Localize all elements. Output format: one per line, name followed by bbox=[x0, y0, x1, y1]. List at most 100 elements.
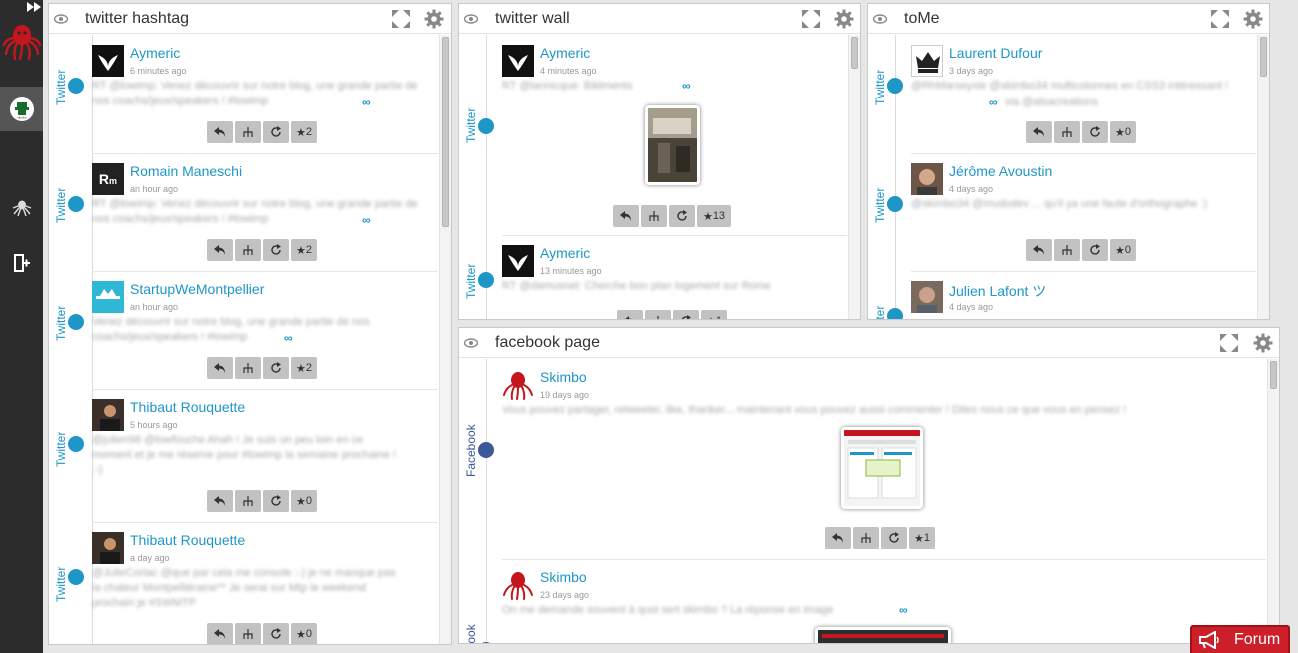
favorite-button[interactable]: ★ 2 bbox=[291, 357, 317, 379]
fullscreen-icon[interactable] bbox=[1210, 9, 1230, 29]
share-button[interactable] bbox=[1054, 239, 1080, 261]
fullscreen-icon[interactable] bbox=[391, 9, 411, 29]
add-column-icon[interactable] bbox=[0, 241, 43, 285]
author-link[interactable]: Aymeric bbox=[540, 245, 590, 261]
share-button[interactable] bbox=[235, 357, 261, 379]
favorite-button[interactable]: ★ 2 bbox=[291, 121, 317, 143]
avatar[interactable] bbox=[911, 45, 943, 77]
share-button[interactable] bbox=[235, 239, 261, 261]
gear-icon[interactable] bbox=[834, 9, 854, 29]
favorite-button[interactable]: ★1 bbox=[909, 527, 935, 549]
share-button[interactable] bbox=[235, 121, 261, 143]
reply-button[interactable] bbox=[825, 527, 851, 549]
favorite-button[interactable]: ★ 13 bbox=[697, 205, 731, 227]
avatar[interactable] bbox=[92, 399, 124, 431]
timeline-dot[interactable] bbox=[68, 314, 84, 330]
author-link[interactable]: Aymeric bbox=[130, 45, 180, 61]
avatar[interactable] bbox=[92, 281, 124, 313]
reply-button[interactable] bbox=[207, 623, 233, 644]
author-link[interactable]: Skimbo bbox=[540, 369, 587, 385]
timeline-dot[interactable] bbox=[68, 436, 84, 452]
favorite-button[interactable]: ★1 bbox=[701, 310, 727, 319]
infinity-link[interactable]: ∞ bbox=[682, 79, 691, 93]
author-link[interactable]: Thibaut Rouquette bbox=[130, 532, 245, 548]
timeline-dot[interactable] bbox=[887, 78, 903, 94]
avatar[interactable] bbox=[92, 45, 124, 77]
infinity-link[interactable]: ∞ bbox=[362, 213, 371, 227]
timeline-dot[interactable] bbox=[478, 442, 494, 458]
share-button[interactable] bbox=[235, 623, 261, 644]
scroll-thumb[interactable] bbox=[1260, 37, 1267, 77]
favorite-button[interactable]: ★ 0 bbox=[1110, 239, 1136, 261]
share-button[interactable] bbox=[645, 310, 671, 319]
retweet-button[interactable] bbox=[1082, 239, 1108, 261]
retweet-button[interactable] bbox=[263, 357, 289, 379]
author-link[interactable]: StartupWeMontpellier bbox=[130, 281, 264, 297]
infinity-link[interactable]: ∞ bbox=[362, 95, 371, 109]
eye-icon[interactable] bbox=[464, 13, 478, 25]
author-link[interactable]: Romain Maneschi bbox=[130, 163, 242, 179]
timeline-dot[interactable] bbox=[478, 642, 494, 643]
favorite-button[interactable]: ★ 0 bbox=[291, 490, 317, 512]
gear-icon[interactable] bbox=[424, 9, 444, 29]
retweet-button[interactable] bbox=[263, 239, 289, 261]
account-avatar[interactable]: skimbo bbox=[0, 87, 43, 131]
avatar[interactable] bbox=[502, 245, 534, 277]
eye-icon[interactable] bbox=[54, 13, 68, 25]
avatar[interactable] bbox=[92, 532, 124, 564]
fullscreen-icon[interactable] bbox=[801, 9, 821, 29]
author-link[interactable]: Laurent Dufour bbox=[949, 45, 1042, 61]
infinity-link[interactable]: ∞ bbox=[284, 331, 293, 345]
infinity-link[interactable]: ∞ bbox=[899, 603, 908, 617]
post-image[interactable] bbox=[815, 627, 951, 643]
timeline-dot[interactable] bbox=[68, 569, 84, 585]
eye-icon[interactable] bbox=[464, 337, 478, 349]
avatar[interactable] bbox=[502, 45, 534, 77]
avatar[interactable]: Rm bbox=[92, 163, 124, 195]
favorite-button[interactable]: ★ 0 bbox=[1110, 121, 1136, 143]
octopus-logo[interactable] bbox=[0, 16, 43, 66]
fast-forward-icon[interactable] bbox=[24, 0, 43, 16]
gear-icon[interactable] bbox=[1243, 9, 1263, 29]
infinity-link[interactable]: ∞ bbox=[989, 95, 998, 109]
avatar[interactable] bbox=[502, 369, 534, 401]
timeline-dot[interactable] bbox=[887, 308, 903, 319]
gear-icon[interactable] bbox=[1253, 333, 1273, 353]
reply-button[interactable] bbox=[207, 490, 233, 512]
favorite-button[interactable]: ★ 2 bbox=[291, 239, 317, 261]
timeline-dot[interactable] bbox=[68, 78, 84, 94]
scrollbar[interactable] bbox=[1257, 35, 1269, 319]
scrollbar[interactable] bbox=[848, 35, 860, 319]
retweet-button[interactable] bbox=[263, 623, 289, 644]
author-link[interactable]: Skimbo bbox=[540, 569, 587, 585]
favorite-button[interactable]: ★ 0 bbox=[291, 623, 317, 644]
retweet-button[interactable] bbox=[881, 527, 907, 549]
scrollbar[interactable] bbox=[439, 35, 451, 644]
forum-button[interactable]: Forum bbox=[1190, 625, 1290, 653]
retweet-button[interactable] bbox=[1082, 121, 1108, 143]
scroll-thumb[interactable] bbox=[442, 37, 449, 227]
reply-button[interactable] bbox=[207, 239, 233, 261]
post-image[interactable] bbox=[841, 427, 923, 509]
share-button[interactable] bbox=[641, 205, 667, 227]
retweet-button[interactable] bbox=[263, 490, 289, 512]
author-link[interactable]: Aymeric bbox=[540, 45, 590, 61]
author-link[interactable]: Thibaut Rouquette bbox=[130, 399, 245, 415]
timeline-dot[interactable] bbox=[478, 118, 494, 134]
avatar[interactable] bbox=[911, 163, 943, 195]
octopus-icon[interactable] bbox=[0, 186, 43, 230]
fullscreen-icon[interactable] bbox=[1219, 333, 1239, 353]
reply-button[interactable] bbox=[1026, 121, 1052, 143]
reply-button[interactable] bbox=[207, 357, 233, 379]
retweet-button[interactable] bbox=[673, 310, 699, 319]
timeline-dot[interactable] bbox=[887, 196, 903, 212]
share-button[interactable] bbox=[235, 490, 261, 512]
reply-button[interactable] bbox=[1026, 239, 1052, 261]
scroll-thumb[interactable] bbox=[1270, 361, 1277, 389]
author-link[interactable]: Julien Lafont ツ bbox=[949, 281, 1046, 301]
reply-button[interactable] bbox=[617, 310, 643, 319]
retweet-button[interactable] bbox=[263, 121, 289, 143]
share-button[interactable] bbox=[1054, 121, 1080, 143]
timeline-dot[interactable] bbox=[478, 272, 494, 288]
timeline-dot[interactable] bbox=[68, 196, 84, 212]
